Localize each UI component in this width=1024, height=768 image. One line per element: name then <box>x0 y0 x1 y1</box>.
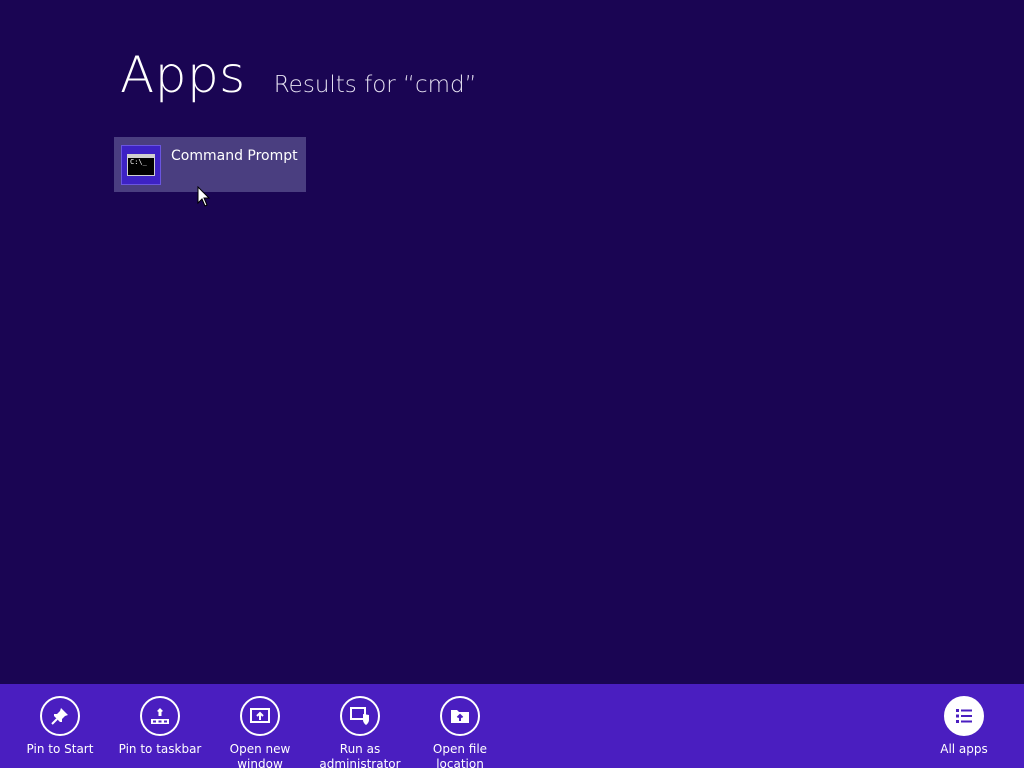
mouse-cursor-icon <box>197 186 211 207</box>
pin-to-taskbar-button[interactable]: Pin to taskbar <box>110 696 210 757</box>
pin-to-start-button[interactable]: Pin to Start <box>10 696 110 757</box>
pin-icon <box>40 696 80 736</box>
run-as-administrator-button[interactable]: Run as administrator <box>310 696 410 768</box>
command-label: Pin to taskbar <box>118 742 202 756</box>
open-new-window-button[interactable]: Open new window <box>210 696 310 768</box>
page-title: Apps <box>120 46 246 104</box>
command-label: Open new window <box>229 742 291 768</box>
results-header: Apps Results for “cmd” <box>120 50 477 100</box>
new-window-icon <box>240 696 280 736</box>
all-apps-button[interactable]: All apps <box>914 696 1014 757</box>
console-prompt-text: C:\_ <box>130 158 147 166</box>
shield-icon <box>340 696 380 736</box>
app-bar: Pin to Start Pin to taskbar Open new win… <box>0 684 1024 768</box>
list-icon <box>944 696 984 736</box>
command-label: Open file location <box>432 742 488 768</box>
start-screen-search-results: Apps Results for “cmd” C:\_ Command Prom… <box>0 0 1024 768</box>
command-prompt-tile[interactable]: C:\_ Command Prompt <box>114 137 306 192</box>
open-file-location-button[interactable]: Open file location <box>410 696 510 768</box>
command-label: All apps <box>940 742 988 756</box>
command-label: Pin to Start <box>26 742 94 756</box>
pin-taskbar-icon <box>140 696 180 736</box>
search-query-subtitle: Results for “cmd” <box>273 72 477 98</box>
folder-icon <box>440 696 480 736</box>
command-prompt-icon: C:\_ <box>121 145 161 185</box>
tile-label: Command Prompt <box>171 148 298 164</box>
command-label: Run as administrator <box>319 742 401 768</box>
